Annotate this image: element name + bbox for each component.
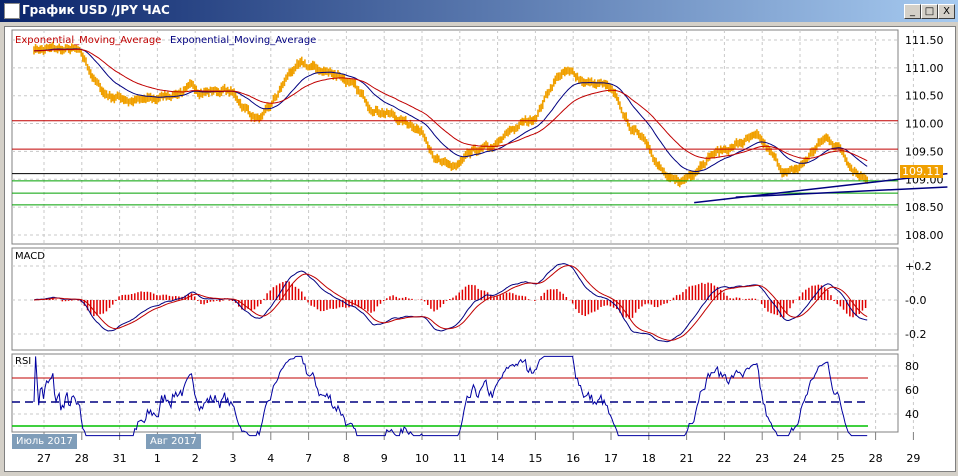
x-tick-label: 18 bbox=[642, 452, 656, 465]
x-tick-label: 28 bbox=[75, 452, 89, 465]
x-tick-label: 9 bbox=[381, 452, 388, 465]
x-tick-label: 31 bbox=[113, 452, 127, 465]
macd-label: MACD bbox=[15, 251, 45, 262]
x-tick-label: 4 bbox=[267, 452, 274, 465]
rsi-axis-label: 60 bbox=[905, 384, 919, 397]
price-axis-label: 111.00 bbox=[905, 62, 944, 75]
rsi-label: RSI bbox=[15, 356, 32, 367]
chart-canvas[interactable]: 27 28 31 1 2 3 4 7 8 9 10 11 14 15 16 17 18 21 22 23 24 25 28 2… bbox=[0, 0, 958, 476]
price-axis-label: 110.50 bbox=[905, 90, 944, 103]
price-axis-label: 110.00 bbox=[905, 118, 944, 131]
price-axis-label: 109.50 bbox=[905, 145, 944, 158]
x-tick-label: 14 bbox=[491, 452, 505, 465]
month-label-july: Июль 2017 bbox=[12, 434, 77, 449]
price-axis-label: 108.50 bbox=[905, 201, 944, 214]
x-tick-label: 23 bbox=[755, 452, 769, 465]
x-tick-label: 28 bbox=[869, 452, 883, 465]
month-label-aug: Авг 2017 bbox=[146, 434, 201, 449]
x-tick-label: 27 bbox=[37, 452, 51, 465]
x-tick-label: 8 bbox=[343, 452, 350, 465]
macd-axis-label: -0.2 bbox=[905, 328, 926, 341]
x-tick-label: 15 bbox=[528, 452, 542, 465]
x-tick-label: 17 bbox=[604, 452, 618, 465]
legend-ema-slow: Exponential_Moving_Average bbox=[15, 35, 162, 46]
price-axis-label: 108.00 bbox=[905, 229, 944, 242]
x-tick-label: 16 bbox=[566, 452, 580, 465]
macd-axis-label: -0.0 bbox=[905, 294, 926, 307]
rsi-axis-label: 80 bbox=[905, 360, 919, 373]
current-price-label: 109.11 bbox=[900, 165, 943, 178]
x-tick-label: 22 bbox=[717, 452, 731, 465]
x-tick-label: 29 bbox=[906, 452, 920, 465]
x-tick-label: 3 bbox=[230, 452, 237, 465]
panel-price bbox=[11, 29, 899, 245]
rsi-axis-label: 40 bbox=[905, 408, 919, 421]
x-tick-label: 21 bbox=[680, 452, 694, 465]
macd-axis-label: +0.2 bbox=[905, 260, 932, 273]
x-tick-label: 11 bbox=[453, 452, 467, 465]
x-tick-label: 10 bbox=[415, 452, 429, 465]
x-tick-label: 25 bbox=[831, 452, 845, 465]
price-axis-label: 111.50 bbox=[905, 34, 944, 47]
x-tick-label: 7 bbox=[305, 452, 312, 465]
x-tick-label: 1 bbox=[154, 452, 161, 465]
x-tick-label: 24 bbox=[793, 452, 807, 465]
x-tick-label: 2 bbox=[192, 452, 199, 465]
legend-ema-fast: Exponential_Moving_Average bbox=[170, 35, 317, 46]
